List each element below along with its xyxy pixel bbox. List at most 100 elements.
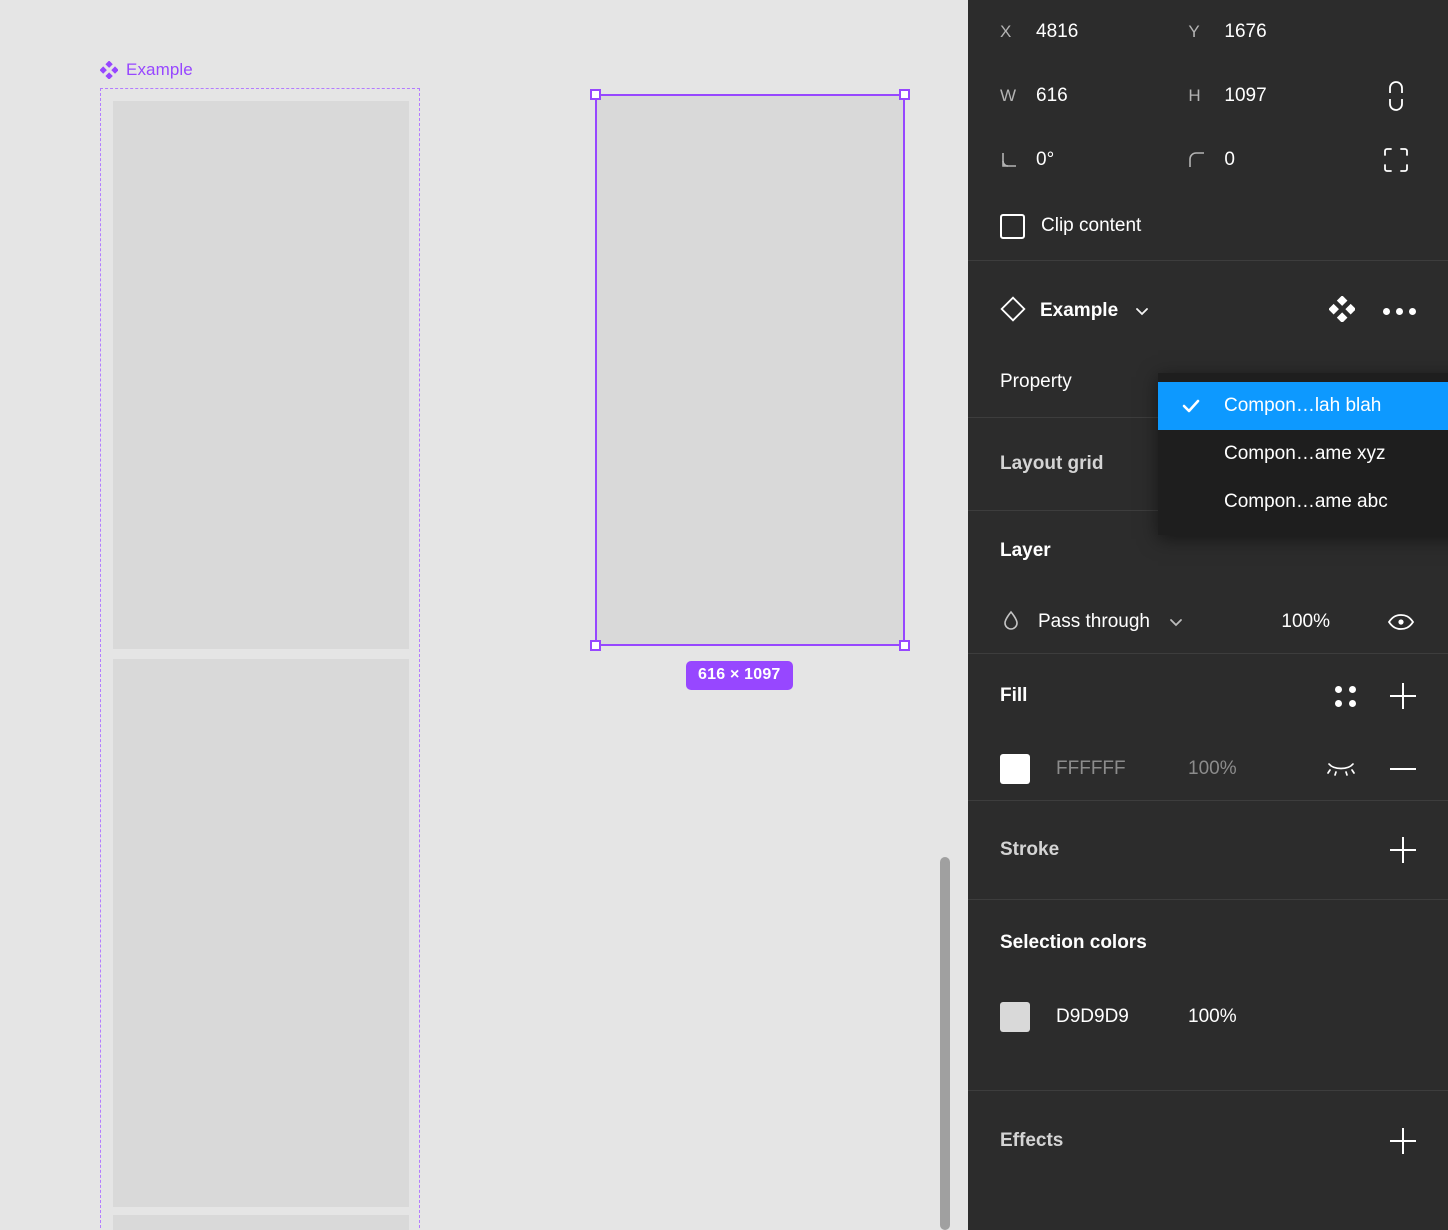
dropdown-menu-item-label: Compon…ame abc <box>1224 491 1388 512</box>
check-icon <box>1180 395 1224 417</box>
component-header-row[interactable]: Example <box>1000 275 1416 347</box>
layer-opacity-value[interactable]: 100% <box>1281 611 1330 633</box>
selection-colors-header: Selection colors <box>1000 900 1416 986</box>
effects-title: Effects <box>1000 1130 1064 1151</box>
fill-opacity-value[interactable]: 100% <box>1188 758 1237 780</box>
component-frame-label[interactable]: Example <box>100 60 193 80</box>
placeholder-block <box>113 1215 409 1230</box>
effects-header: Effects <box>1000 1091 1416 1191</box>
component-frame-label-text: Example <box>126 60 193 79</box>
component-name: Example <box>1040 300 1119 321</box>
fill-hex-value[interactable]: FFFFFF <box>1056 758 1188 780</box>
fill-paint-row: FFFFFF 100% <box>1000 738 1416 800</box>
y-axis-icon: Y <box>1188 22 1200 41</box>
selection-size-badge: 616 × 1097 <box>686 661 793 690</box>
rotation-field[interactable]: 0° <box>1000 149 1188 171</box>
component-more-options-icon[interactable] <box>1383 307 1416 315</box>
component-property-label: Property <box>1000 371 1072 392</box>
dropdown-menu-item-label: Compon…ame xyz <box>1224 443 1386 464</box>
component-frame-outline[interactable] <box>100 88 420 1230</box>
fill-visibility-eye-closed-icon[interactable] <box>1326 757 1356 782</box>
stroke-title: Stroke <box>1000 839 1060 860</box>
width-value: 616 <box>1036 85 1068 106</box>
fill-paint-actions <box>1326 756 1416 782</box>
resize-handle-bottom-right[interactable] <box>899 640 910 651</box>
blend-mode-icon <box>1000 609 1022 636</box>
height-value: 1097 <box>1224 85 1267 106</box>
resize-handle-top-right[interactable] <box>899 89 910 100</box>
placeholder-block <box>113 101 409 649</box>
dropdown-menu-item-label: Compon…lah blah <box>1224 395 1382 416</box>
height-icon: H <box>1188 86 1201 105</box>
add-stroke-button[interactable] <box>1390 837 1416 863</box>
canvas-scrollbar-track[interactable] <box>940 0 950 1230</box>
dropdown-menu-item[interactable]: Compon…ame abc <box>1158 478 1448 526</box>
rotation-radius-row: 0° 0 <box>1000 128 1416 192</box>
dropdown-menu-item[interactable]: Compon…lah blah <box>1158 382 1448 430</box>
size-row: W 616 H 1097 <box>1000 64 1416 128</box>
selection-colors-title: Selection colors <box>1000 932 1147 953</box>
fill-section: Fill FFFFFF 100% <box>968 654 1448 800</box>
stroke-header: Stroke <box>1000 801 1416 899</box>
layer-blend-row: Pass through 100% <box>1000 591 1416 653</box>
fill-styles-icon[interactable] <box>1335 685 1356 707</box>
x-axis-icon: X <box>1000 22 1012 41</box>
transform-section: X 4816 Y 1676 W 616 H 1097 0° 0 Clip con… <box>968 0 1448 260</box>
clip-content-label: Clip content <box>1041 215 1142 236</box>
selection-color-row: D9D9D9 100% <box>1000 986 1416 1048</box>
resize-handle-top-left[interactable] <box>590 89 601 100</box>
chevron-down-icon[interactable] <box>1132 301 1152 321</box>
resize-handle-bottom-left[interactable] <box>590 640 601 651</box>
placeholder-block <box>113 659 409 1207</box>
component-header-actions <box>1328 294 1416 327</box>
component-diamond-outline-icon <box>1000 295 1026 327</box>
aspect-ratio-lock-button[interactable] <box>1377 81 1416 111</box>
y-value: 1676 <box>1224 21 1267 42</box>
angle-icon <box>1000 151 1036 169</box>
layer-visibility-eye-icon[interactable] <box>1386 611 1416 633</box>
stroke-section: Stroke <box>968 801 1448 899</box>
layer-title: Layer <box>1000 540 1051 561</box>
dropdown-menu-item[interactable]: Compon…ame xyz <box>1158 430 1448 478</box>
corner-radius-value: 0 <box>1224 149 1235 170</box>
selection-color-hex[interactable]: D9D9D9 <box>1056 1006 1188 1028</box>
fill-header-actions <box>1335 683 1416 709</box>
clip-content-checkbox[interactable] <box>1000 213 1025 239</box>
clip-content-row[interactable]: Clip content <box>1000 192 1416 260</box>
effects-header-actions <box>1390 1128 1416 1154</box>
component-diamond-icon <box>100 61 118 79</box>
selected-frame[interactable] <box>590 89 910 651</box>
layout-grid-title: Layout grid <box>1000 453 1104 474</box>
width-field[interactable]: W 616 <box>1000 85 1188 107</box>
corner-radius-icon <box>1188 151 1224 169</box>
effects-section: Effects <box>968 1091 1448 1191</box>
add-fill-button[interactable] <box>1390 683 1416 709</box>
position-row: X 4816 Y 1676 <box>1000 0 1416 64</box>
fill-color-swatch[interactable] <box>1000 754 1030 784</box>
canvas-scrollbar-thumb[interactable] <box>940 857 950 1230</box>
fill-header: Fill <box>1000 654 1416 738</box>
blend-mode-value[interactable]: Pass through <box>1038 611 1150 633</box>
section-divider <box>968 260 1448 261</box>
selection-color-opacity[interactable]: 100% <box>1188 1006 1237 1028</box>
component-variant-dropdown-menu[interactable]: Compon…lah blah Compon…ame xyz Compon…am… <box>1158 373 1448 535</box>
height-field[interactable]: H 1097 <box>1188 85 1376 107</box>
figma-editor-window: Example 616 × 1097 X 4816 Y 1676 W 616 H… <box>0 0 1448 1230</box>
corner-radius-field[interactable]: 0 <box>1188 149 1376 171</box>
selection-colors-section: Selection colors D9D9D9 100% <box>968 900 1448 1048</box>
rotation-value: 0° <box>1036 149 1055 170</box>
x-field[interactable]: X 4816 <box>1000 21 1188 43</box>
width-icon: W <box>1000 86 1017 105</box>
y-field[interactable]: Y 1676 <box>1188 21 1376 43</box>
remove-fill-button[interactable] <box>1390 756 1416 782</box>
x-value: 4816 <box>1036 21 1079 42</box>
design-canvas[interactable]: Example 616 × 1097 <box>0 0 968 1230</box>
add-effect-button[interactable] <box>1390 1128 1416 1154</box>
selection-color-swatch[interactable] <box>1000 1002 1030 1032</box>
independent-corners-button[interactable] <box>1377 146 1416 174</box>
stroke-header-actions <box>1390 837 1416 863</box>
fill-title: Fill <box>1000 685 1028 706</box>
properties-panel: X 4816 Y 1676 W 616 H 1097 0° 0 Clip con… <box>968 0 1448 1230</box>
blend-mode-chevron-down-icon[interactable] <box>1166 612 1186 632</box>
swap-component-icon[interactable] <box>1328 294 1356 327</box>
